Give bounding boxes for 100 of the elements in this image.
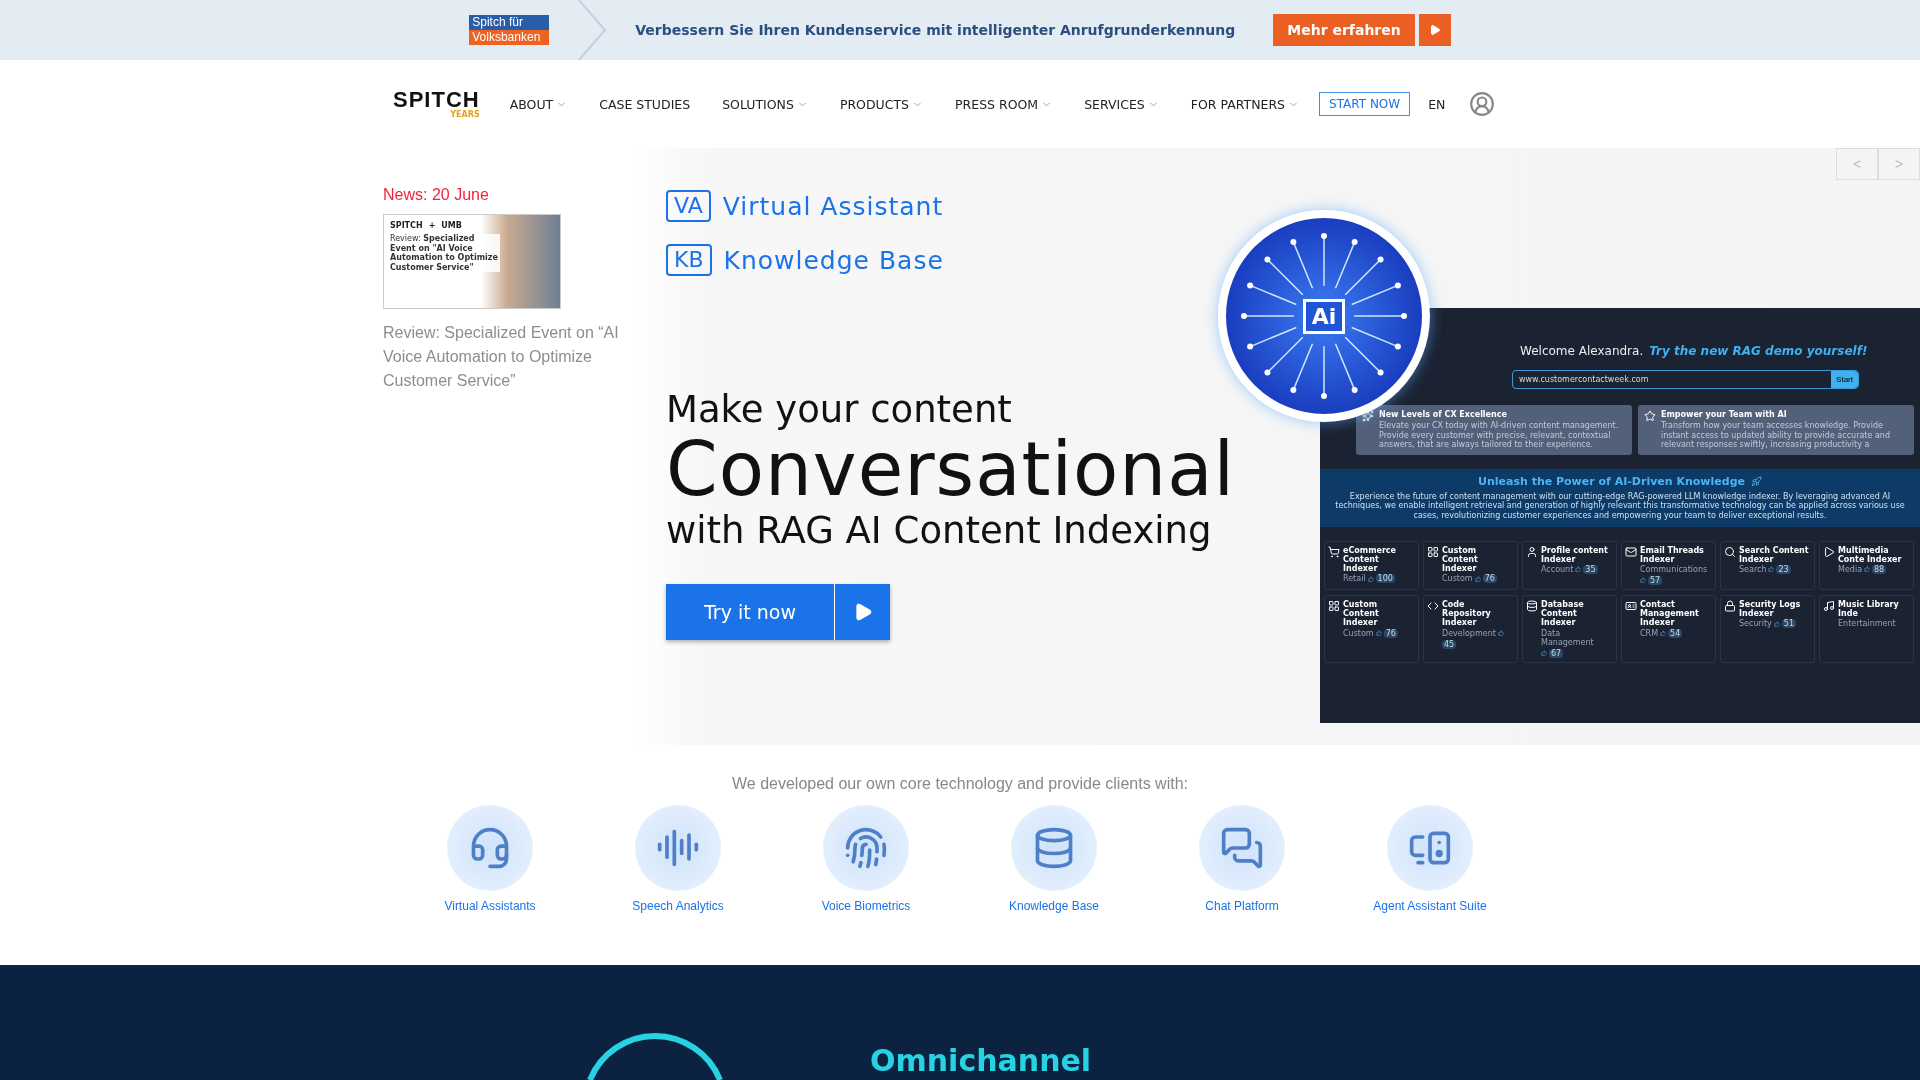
tile-category: Account [1541, 564, 1574, 574]
indexer-icon [1823, 599, 1835, 612]
indexer-tile[interactable]: Security Logs Indexer Security 51 [1720, 594, 1815, 663]
section-heading: Omnichannel [870, 1046, 1092, 1076]
indexer-icon [1724, 545, 1736, 558]
tile-title: Code Repository Indexer [1442, 599, 1492, 628]
service-link[interactable]: Virtual Assistants [396, 805, 584, 913]
hero-headline: Conversational [666, 431, 1226, 509]
thumb-brand: SPITCH [390, 221, 423, 230]
like-count: 67 [1549, 648, 1564, 658]
services-intro: We developed our own core technology and provide clients with: [732, 775, 1188, 793]
indexer-tile[interactable]: eCommerce Content Indexer Retail 100 [1324, 540, 1419, 590]
indexer-tile[interactable]: Music Library Inde Entertainment [1819, 594, 1914, 663]
play-icon [1428, 24, 1441, 36]
tile-category: Custom [1442, 574, 1473, 584]
badge-bottom-text: Volksbanken [469, 30, 550, 45]
tile-category: Entertainment [1838, 619, 1896, 629]
indexer-icon [1724, 599, 1736, 612]
hero-line: with RAG AI Content Indexing [666, 508, 1213, 552]
like-count: 45 [1442, 639, 1457, 649]
service-link[interactable]: Agent Assistant Suite [1336, 805, 1524, 913]
indexer-tile[interactable]: Code Repository Indexer Development 45 [1423, 594, 1518, 663]
news-heading: News: 20 June [383, 186, 490, 204]
tile-title: eCommerce Content Indexer [1343, 545, 1397, 574]
card-title: Empower your Team with AI [1661, 410, 1788, 419]
indexer-icon [1328, 599, 1340, 612]
chevron-divider-icon [577, 0, 608, 60]
product-label[interactable]: Knowledge Base [723, 245, 944, 275]
tile-title: Custom Content Indexer [1442, 545, 1479, 574]
play-button[interactable] [1418, 14, 1451, 46]
indexer-icon [1526, 545, 1538, 558]
tile-title: Music Library Inde [1838, 599, 1900, 619]
nav-link[interactable]: PRODUCTS [839, 96, 924, 112]
start-now-button[interactable]: START NOW [1319, 92, 1411, 116]
like-count: 76 [1482, 574, 1497, 584]
nav-link[interactable]: PRESS ROOM [955, 96, 1053, 112]
like-count: 76 [1383, 628, 1398, 638]
tile-title: Security Logs Indexer [1739, 599, 1802, 619]
indexer-tile[interactable]: Custom Content Indexer Custom 76 [1324, 594, 1419, 663]
nav-link[interactable]: ABOUT [509, 96, 568, 112]
tile-title: Database Content Indexer [1541, 599, 1585, 628]
indexer-icon [1823, 545, 1835, 558]
service-link[interactable]: Voice Biometrics [772, 805, 960, 913]
indexer-icon [1625, 545, 1637, 558]
tile-category: Security [1739, 619, 1772, 629]
user-icon[interactable] [1469, 91, 1496, 117]
product-abbreviation: VA [666, 190, 711, 222]
indexer-tile[interactable]: Search Content Indexer Search 23 [1720, 540, 1815, 590]
like-count: 100 [1375, 574, 1395, 584]
language-link[interactable]: EN [1428, 96, 1446, 112]
banner-text: Experience the future of content management with our cutting-edge RAG-powered LLM knowledge indexer. By leveraging advanced AI techniques, we enable intelligent retrieval and generation of highly relevant this transformative technology can be applied across various use cases, revolutionizing customer experiences and empowering your team to deliver exceptional results. [1334, 491, 1906, 521]
card-title: New Levels of CX Excellence [1379, 410, 1508, 419]
tile-category: Search [1739, 564, 1767, 574]
product-label[interactable]: Virtual Assistant [722, 191, 944, 221]
tile-category: Media [1838, 564, 1863, 574]
card-text: Transform how your team accesses knowledge. Provide instant access to updated ability to provide accurate and relevant responses swiftly, increasing productivity a [1661, 421, 1891, 450]
like-count: 57 [1648, 575, 1663, 585]
news-thumbnail[interactable]: SPITCH + UMB Review: Specialized Event on "AI Voice Automation to Optimize Customer Service" [383, 214, 561, 309]
thumb-plus: + [428, 221, 436, 230]
like-count: 51 [1781, 619, 1797, 629]
badge-top-text: Spitch für [469, 15, 550, 30]
indexer-icon [1328, 545, 1340, 558]
tile-title: Multimedia Conte Indexer [1838, 545, 1903, 564]
indexer-icon [1526, 599, 1538, 612]
nav-link[interactable]: FOR PARTNERS [1190, 96, 1300, 112]
indexer-tile[interactable]: Contact Management Indexer CRM 54 [1621, 594, 1716, 663]
card-text: Elevate your CX today with AI-driven content management. Provide every customer with precise, relevant, contextual answers, that are always tailored to their experience. [1379, 421, 1620, 450]
thumb-text: Review: Specialized Event on "AI Voice Automation to Optimize Customer Service" [390, 234, 500, 273]
url-field[interactable]: www.customercontactweek.com Start [1512, 370, 1859, 389]
indexer-tile[interactable]: Multimedia Conte Indexer Media 88 [1819, 540, 1914, 590]
service-link[interactable]: Speech Analytics [584, 805, 772, 913]
welcome-text: Welcome Alexandra. [1520, 344, 1644, 358]
logo[interactable]: SPITCH YEARS [393, 89, 480, 119]
tile-category: Retail [1343, 574, 1366, 584]
star-icon [1644, 410, 1656, 422]
like-count: 54 [1668, 628, 1683, 638]
tile-category: Communications [1640, 564, 1708, 574]
indexer-tile[interactable]: Email Threads Indexer Communications 57 [1621, 540, 1716, 590]
tile-title: Email Threads Indexer [1640, 545, 1705, 564]
nav-link[interactable]: SOLUTIONS [722, 96, 808, 112]
service-link[interactable]: Chat Platform [1148, 805, 1336, 913]
product-abbreviation: KB [666, 244, 712, 276]
indexer-tile[interactable]: Profile content Indexer Account 35 [1522, 540, 1617, 590]
tile-category: Development [1442, 628, 1496, 638]
indexer-tile[interactable]: Database Content Indexer Data Management 67 [1522, 594, 1617, 663]
tile-title: Custom Content Indexer [1343, 599, 1380, 628]
banner-title: Unleash the Power of AI-Driven Knowledge [1478, 474, 1745, 488]
nav-link[interactable]: CASE STUDIES [599, 96, 691, 112]
rocket-icon [1751, 475, 1762, 487]
try-it-now-button[interactable]: Try it now [666, 583, 890, 640]
service-link[interactable]: Knowledge Base [960, 805, 1148, 913]
tile-category: CRM [1640, 628, 1659, 638]
tile-title: Profile content Indexer [1541, 545, 1609, 564]
like-count: 23 [1776, 564, 1791, 574]
thumb-brand: UMB [441, 221, 462, 230]
indexer-tile[interactable]: Custom Content Indexer Custom 76 [1423, 540, 1518, 590]
promo-message: Verbessern Sie Ihren Kundenservice mit intelligenter Anrufgrunderkennung [635, 22, 1236, 38]
tile-category: Custom [1343, 628, 1374, 638]
start-button[interactable]: Start [1831, 371, 1858, 388]
nav-link[interactable]: SERVICES [1084, 96, 1159, 112]
